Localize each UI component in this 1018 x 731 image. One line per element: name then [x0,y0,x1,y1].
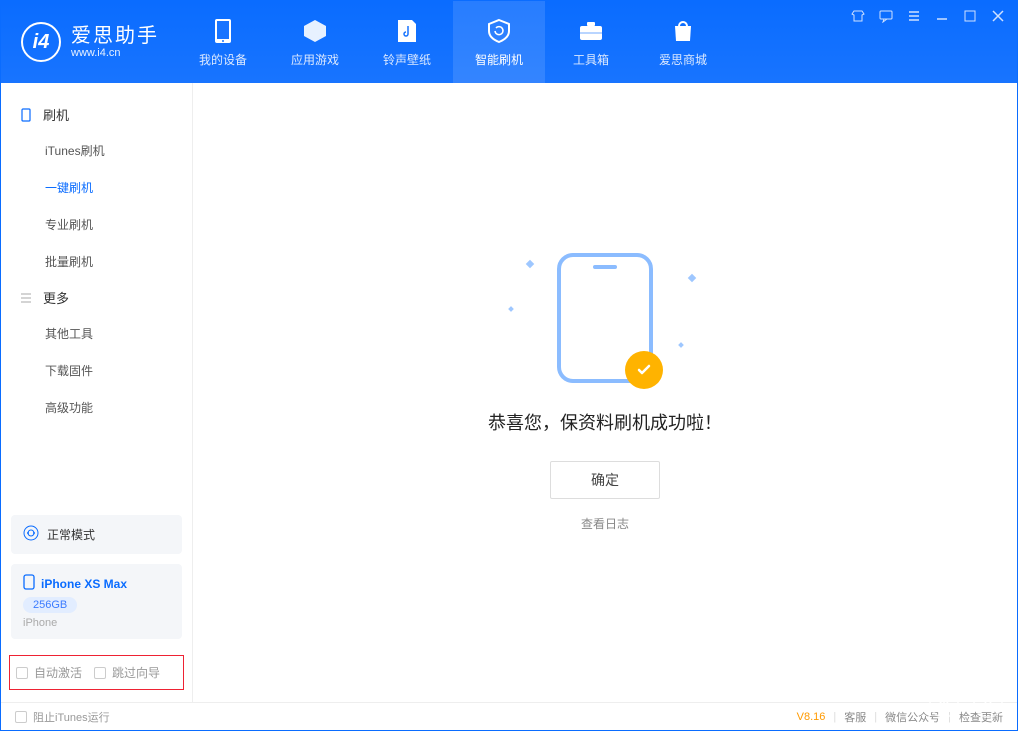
tab-label: 铃声壁纸 [383,51,431,68]
header: i4 爱思助手 www.i4.cn 我的设备 应用游戏 铃声壁纸 智能刷机 [1,1,1017,83]
app-window: i4 爱思助手 www.i4.cn 我的设备 应用游戏 铃声壁纸 智能刷机 [0,0,1018,731]
minimize-button[interactable] [931,7,953,25]
menu-icon[interactable] [903,7,925,25]
group-label: 刷机 [43,105,69,124]
success-message: 恭喜您，保资料刷机成功啦！ [488,409,722,435]
device-small-icon [23,574,35,593]
music-file-icon [396,17,418,45]
bag-icon [672,17,694,45]
sidebar-item-download-firmware[interactable]: 下载固件 [1,352,192,389]
sidebar-item-advanced[interactable]: 高级功能 [1,389,192,426]
checkbox-icon [16,667,28,679]
checkbox-block-itunes[interactable]: 阻止iTunes运行 [15,709,110,725]
sidebar-item-oneclick-flash[interactable]: 一键刷机 [1,169,192,206]
phone-success-illustration [557,253,653,383]
sparkle-icon [688,274,696,282]
checkbox-auto-activate[interactable]: 自动激活 [16,664,82,681]
device-mode-label: 正常模式 [47,526,95,543]
device-type: iPhone [23,617,170,629]
sidebar-group-flash: 刷机 [1,97,192,132]
app-title: 爱思助手 [71,25,159,47]
tab-label: 工具箱 [573,51,609,68]
maximize-button[interactable] [959,7,981,25]
view-log-link[interactable]: 查看日志 [581,515,629,532]
download-button[interactable] [929,688,959,718]
checkbox-label: 跳过向导 [112,664,160,681]
cube-icon [302,17,328,45]
body: 刷机 iTunes刷机 一键刷机 专业刷机 批量刷机 更多 其他工具 下载固件 … [1,83,1017,702]
shield-refresh-icon [486,17,512,45]
main-content: 恭喜您，保资料刷机成功啦！ 确定 查看日志 [193,83,1017,702]
tab-label: 爱思商城 [659,51,707,68]
ok-button[interactable]: 确定 [550,461,660,499]
tab-ringtones-wallpapers[interactable]: 铃声壁纸 [361,1,453,83]
skin-icon[interactable] [847,7,869,25]
sidebar-group-more: 更多 [1,280,192,315]
sidebar-item-itunes-flash[interactable]: iTunes刷机 [1,132,192,169]
sparkle-icon [678,342,684,348]
tab-my-device[interactable]: 我的设备 [177,1,269,83]
divider: | [874,711,877,723]
sparkle-icon [526,260,534,268]
device-info-box[interactable]: iPhone XS Max 256GB iPhone [11,564,182,639]
tab-label: 应用游戏 [291,51,339,68]
sidebar-item-other-tools[interactable]: 其他工具 [1,315,192,352]
close-button[interactable] [987,7,1009,25]
app-logo: i4 爱思助手 www.i4.cn [1,1,177,83]
device-mode-box[interactable]: 正常模式 [11,515,182,554]
flash-options-row: 自动激活 跳过向导 [9,655,184,690]
account-button[interactable] [973,688,1003,718]
feedback-icon[interactable] [875,7,897,25]
phone-icon [214,17,232,45]
footer: 阻止iTunes运行 V8.16 | 客服 | 微信公众号 | 检查更新 [1,702,1017,730]
list-icon [19,291,33,305]
app-subtitle: www.i4.cn [71,47,159,59]
tab-smart-flash[interactable]: 智能刷机 [453,1,545,83]
checkbox-skip-guide[interactable]: 跳过向导 [94,664,160,681]
tab-toolbox[interactable]: 工具箱 [545,1,637,83]
checkbox-label: 阻止iTunes运行 [33,709,110,725]
check-badge-icon [625,351,663,389]
main-tabs: 我的设备 应用游戏 铃声壁纸 智能刷机 工具箱 爱思商城 [177,1,729,83]
tab-label: 我的设备 [199,51,247,68]
logo-icon: i4 [21,22,61,62]
briefcase-icon [578,17,604,45]
sparkle-icon [508,306,514,312]
tab-label: 智能刷机 [475,51,523,68]
customer-service-link[interactable]: 客服 [844,709,866,725]
checkbox-icon [94,667,106,679]
group-label: 更多 [43,288,69,307]
checkbox-icon [15,711,27,723]
sidebar-item-batch-flash[interactable]: 批量刷机 [1,243,192,280]
sidebar: 刷机 iTunes刷机 一键刷机 专业刷机 批量刷机 更多 其他工具 下载固件 … [1,83,193,702]
checkbox-label: 自动激活 [34,664,82,681]
tab-store[interactable]: 爱思商城 [637,1,729,83]
window-controls [847,1,1017,83]
divider: | [833,711,836,723]
device-storage: 256GB [23,597,77,613]
tab-apps-games[interactable]: 应用游戏 [269,1,361,83]
sync-icon [23,525,39,544]
phone-outline-icon [19,108,33,122]
sidebar-item-pro-flash[interactable]: 专业刷机 [1,206,192,243]
version-label: V8.16 [797,711,826,723]
device-name: iPhone XS Max [41,577,127,591]
